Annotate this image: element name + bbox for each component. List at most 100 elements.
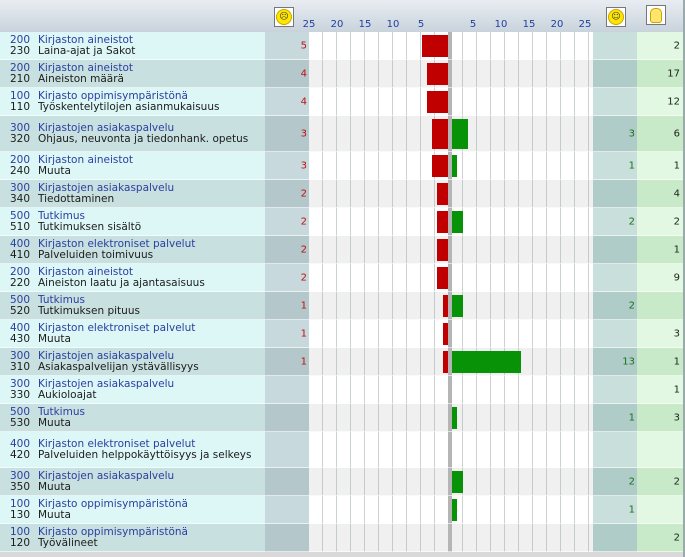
category-name: Tutkimus [38,209,85,222]
subcategory-name: Muuta [38,481,71,493]
subcategory-code: 230 [10,45,31,57]
positive-count-cell: 2 [593,292,637,320]
subcategory-code: 320 [10,133,31,145]
positive-count-cell [593,180,637,208]
pos-axis-tick: 10 [494,19,508,30]
pos-axis-tick: 5 [469,19,477,30]
category-row[interactable]: 300 Kirjastojen asiakaspalvelu 320 Ohjaus, … [0,116,685,152]
bar-chart-cell [309,320,593,348]
negative-count: 2 [300,272,307,284]
category-row[interactable]: 200 Kirjaston aineistot 240 Muuta 3 1 1 [0,152,685,180]
bar-chart-cell [309,152,593,180]
category-row[interactable]: 300 Kirjastojen asiakaspalvelu 340 Tiedotta… [0,180,685,208]
zero-axis [448,32,452,60]
negative-count-cell: 4 [265,88,309,116]
subcategory-code: 220 [10,277,31,289]
subcategory-name: Tutkimuksen sisältö [38,221,142,233]
ideas-count: 2 [673,216,680,228]
positive-count: 1 [628,412,635,424]
ideas-count-cell: 1 [637,236,683,264]
ideas-count-cell: 2 [637,468,683,496]
subcategory-name: Tiedottaminen [38,193,115,205]
category-label: 500 Tutkimus 510 Tutkimuksen sisältö [0,208,265,236]
zero-axis [448,320,452,348]
category-name: Kirjasto oppimisympäristönä [38,497,188,510]
positive-count-cell: 1 [593,496,637,524]
positive-bar[interactable] [452,295,463,317]
category-label: 300 Kirjastojen asiakaspalvelu 310 Asiakasp… [0,348,265,376]
subcategory-name: Muuta [38,509,71,521]
positive-count: 1 [628,504,635,516]
negative-bar[interactable] [437,211,448,233]
category-row[interactable]: 100 Kirjasto oppimisympäristönä 130 Muuta 1 [0,496,685,524]
category-label: 300 Kirjastojen asiakaspalvelu 330 Aukioloa… [0,376,265,404]
positive-bar[interactable] [452,119,468,149]
positive-bar[interactable] [452,211,463,233]
ideas-count-cell: 2 [637,208,683,236]
positive-count-cell: 1 [593,404,637,432]
category-row[interactable]: 400 Kirjaston elektroniset palvelut 410 Pal… [0,236,685,264]
category-name: Kirjaston elektroniset palvelut [38,437,196,450]
positive-count: 2 [628,216,635,228]
ideas-count-cell: 17 [637,60,683,88]
category-row[interactable]: 400 Kirjaston elektroniset palvelut 420 Pal… [0,432,685,468]
category-row[interactable]: 500 Tutkimus 530 Muuta 1 3 [0,404,685,432]
pos-axis-tick: 25 [578,19,592,30]
negative-count: 3 [300,128,307,140]
category-row[interactable]: 300 Kirjastojen asiakaspalvelu 350 Muuta 2 2 [0,468,685,496]
zero-axis [448,180,452,208]
neg-axis-tick: 25 [302,19,316,30]
positive-count-cell [593,376,637,404]
category-row[interactable]: 200 Kirjaston aineistot 220 Aineiston laatu… [0,264,685,292]
subcategory-code: 130 [10,509,31,521]
category-name: Kirjastojen asiakaspalvelu [38,349,175,362]
category-label: 500 Tutkimus 530 Muuta [0,404,265,432]
negative-bar[interactable] [442,351,448,373]
negative-count: 2 [300,244,307,256]
negative-bar[interactable] [421,35,448,57]
positive-bar[interactable] [452,407,458,429]
negative-bar[interactable] [432,155,448,177]
positive-count-cell [593,60,637,88]
category-name: Kirjastojen asiakaspalvelu [38,469,175,482]
category-row[interactable]: 100 Kirjasto oppimisympäristönä 110 Työsken… [0,88,685,116]
bar-chart-cell [309,348,593,376]
negative-bar[interactable] [437,183,448,205]
zero-axis [448,376,452,404]
bar-chart-cell [309,180,593,208]
category-row[interactable]: 200 Kirjaston aineistot 230 Laina-ajat ja S… [0,32,685,60]
subcategory-code: 530 [10,417,31,429]
category-label: 500 Tutkimus 520 Tutkimuksen pituus [0,292,265,320]
positive-count-cell: 13 [593,348,637,376]
positive-bar[interactable] [452,351,521,373]
category-row[interactable]: 100 Kirjasto oppimisympäristönä 120 Työväli… [0,524,685,552]
positive-bar[interactable] [452,155,458,177]
negative-bar[interactable] [437,267,448,289]
negative-bar[interactable] [437,239,448,261]
category-row[interactable]: 300 Kirjastojen asiakaspalvelu 330 Aukioloa… [0,376,685,404]
category-label: 300 Kirjastojen asiakaspalvelu 350 Muuta [0,468,265,496]
negative-bar[interactable] [426,63,448,85]
neg-axis-tick: 10 [386,19,400,30]
negative-bar[interactable] [442,295,448,317]
negative-bar[interactable] [426,91,448,113]
negative-bar[interactable] [442,323,448,345]
category-row[interactable]: 500 Tutkimus 520 Tutkimuksen pituus 1 2 [0,292,685,320]
positive-bar[interactable] [452,471,463,493]
bar-chart-cell [309,236,593,264]
category-row[interactable]: 300 Kirjastojen asiakaspalvelu 310 Asiakasp… [0,348,685,376]
negative-bar[interactable] [432,119,448,149]
subcategory-name: Aineiston laatu ja ajantasaisuus [38,277,205,289]
positive-count-cell [593,432,637,468]
category-row[interactable]: 400 Kirjaston elektroniset palvelut 430 Muu… [0,320,685,348]
ideas-count: 1 [673,384,680,396]
ideas-count: 1 [673,160,680,172]
category-row[interactable]: 500 Tutkimus 510 Tutkimuksen sisältö 2 2 2 [0,208,685,236]
ideas-count: 2 [673,476,680,488]
subcategory-name: Muuta [38,417,71,429]
ideas-count: 3 [673,412,680,424]
positive-bar[interactable] [452,499,458,521]
positive-count-cell: 2 [593,468,637,496]
category-row[interactable]: 200 Kirjaston aineistot 210 Aineiston määrä… [0,60,685,88]
zero-axis [448,236,452,264]
